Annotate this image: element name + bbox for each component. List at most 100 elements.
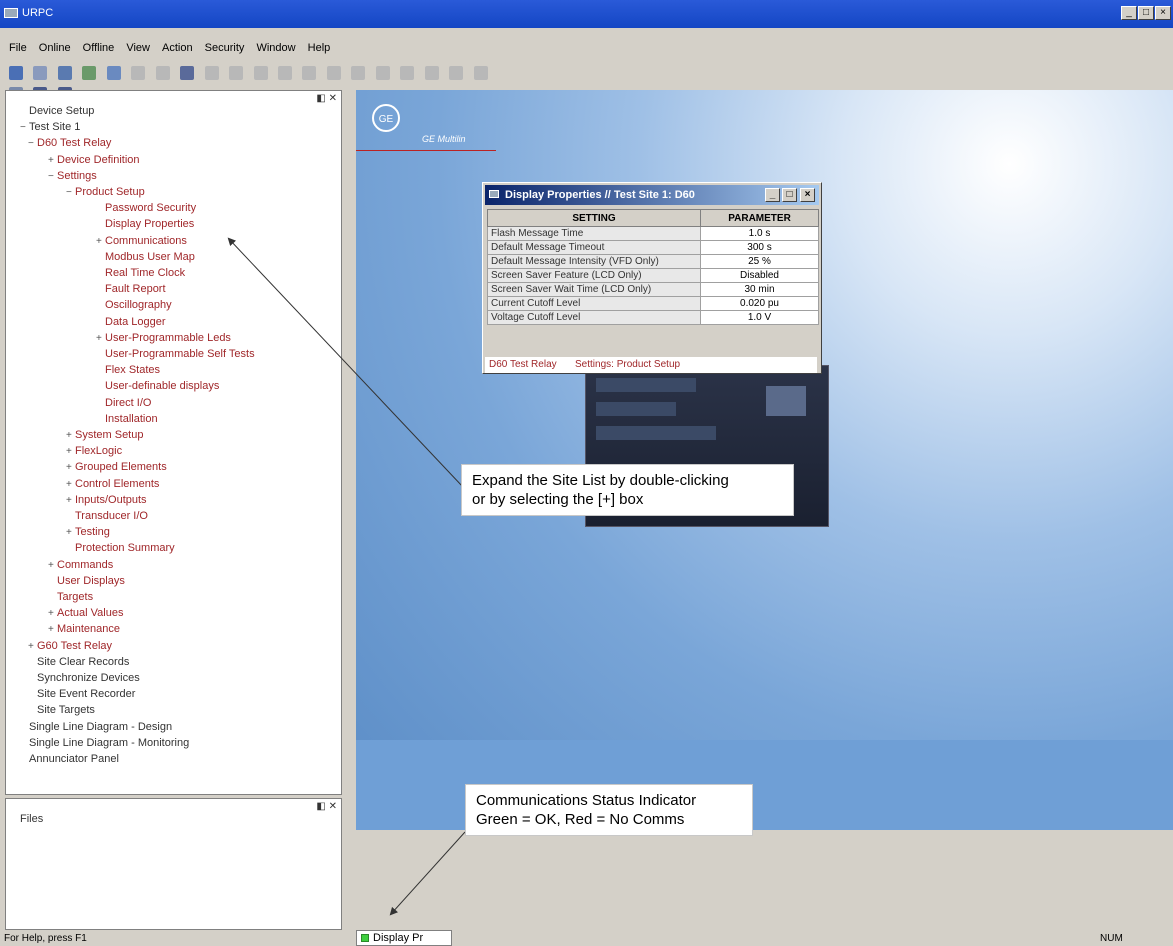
- tree-item[interactable]: + Grouped Elements: [66, 461, 167, 474]
- menu-online[interactable]: Online: [39, 42, 71, 54]
- tree-item[interactable]: Site Clear Records: [28, 656, 129, 669]
- menu-view[interactable]: View: [126, 42, 150, 54]
- tree-item[interactable]: User Displays: [48, 575, 125, 588]
- expand-icon[interactable]: +: [66, 461, 75, 474]
- tree-item[interactable]: Protection Summary: [66, 542, 175, 555]
- tree-item[interactable]: User-definable displays: [96, 380, 219, 393]
- expand-icon[interactable]: +: [66, 445, 75, 458]
- disconnect-icon[interactable]: [106, 66, 121, 80]
- tree-item[interactable]: Data Logger: [96, 316, 166, 329]
- tree-item[interactable]: Targets: [48, 591, 93, 604]
- tree-item[interactable]: Single Line Diagram - Design: [20, 721, 172, 734]
- tool-icon[interactable]: [424, 66, 439, 80]
- parameter-cell[interactable]: 25 %: [700, 254, 819, 269]
- tree-item[interactable]: User-Programmable Self Tests: [96, 348, 255, 361]
- parameter-cell[interactable]: Disabled: [700, 268, 819, 283]
- tree-item[interactable]: Installation: [96, 413, 158, 426]
- dialog-minimize-button[interactable]: _: [765, 188, 780, 202]
- expand-icon[interactable]: +: [96, 332, 105, 345]
- tree-item[interactable]: + Inputs/Outputs: [66, 494, 147, 507]
- tool-icon[interactable]: [449, 66, 464, 80]
- copy-icon[interactable]: [155, 66, 170, 80]
- expand-icon[interactable]: +: [66, 478, 75, 491]
- expand-icon[interactable]: +: [96, 235, 105, 248]
- tree-item[interactable]: Display Properties: [96, 218, 194, 231]
- parameter-cell[interactable]: 1.0 s: [700, 226, 819, 241]
- new-icon[interactable]: [9, 66, 23, 80]
- tree-item[interactable]: Password Security: [96, 202, 196, 215]
- tree-item[interactable]: Single Line Diagram - Monitoring: [20, 737, 189, 750]
- tree-item[interactable]: + Communications: [96, 235, 187, 248]
- menu-offline[interactable]: Offline: [83, 42, 115, 54]
- paste-icon[interactable]: [180, 66, 195, 80]
- tool-icon[interactable]: [326, 66, 341, 80]
- expand-icon[interactable]: +: [48, 623, 57, 636]
- tree-item[interactable]: Oscillography: [96, 299, 172, 312]
- menu-help[interactable]: Help: [308, 42, 331, 54]
- expand-icon[interactable]: +: [66, 494, 75, 507]
- tree-item[interactable]: Fault Report: [96, 283, 166, 296]
- tree-item[interactable]: Flex States: [96, 364, 160, 377]
- tool-icon[interactable]: [473, 66, 488, 80]
- tool-icon[interactable]: [277, 66, 292, 80]
- tree-item[interactable]: + Maintenance: [48, 623, 120, 636]
- collapse-icon[interactable]: −: [66, 186, 75, 199]
- tree-item[interactable]: − D60 Test Relay: [28, 137, 111, 150]
- tree-item[interactable]: + Control Elements: [66, 478, 159, 491]
- tree-item[interactable]: − Settings: [48, 170, 97, 183]
- tree-item[interactable]: + User-Programmable Leds: [96, 332, 231, 345]
- tree-item[interactable]: + FlexLogic: [66, 445, 122, 458]
- tree-item[interactable]: Annunciator Panel: [20, 753, 119, 766]
- expand-icon[interactable]: +: [66, 526, 75, 539]
- menu-file[interactable]: File: [9, 42, 27, 54]
- save-icon[interactable]: [57, 66, 72, 80]
- collapse-icon[interactable]: −: [28, 137, 37, 150]
- tree-item[interactable]: + Device Definition: [48, 154, 140, 167]
- tree-item[interactable]: − Test Site 1: [20, 121, 80, 134]
- tree-item[interactable]: + Commands: [48, 559, 113, 572]
- parameter-cell[interactable]: 0.020 pu: [700, 296, 819, 311]
- parameter-cell[interactable]: 300 s: [700, 240, 819, 255]
- menu-security[interactable]: Security: [205, 42, 245, 54]
- panel-close-icon[interactable]: ◧ ✕: [316, 93, 337, 104]
- open-icon[interactable]: [33, 66, 48, 80]
- tree-item[interactable]: Device Setup: [20, 105, 94, 118]
- parameter-cell[interactable]: 1.0 V: [700, 310, 819, 325]
- tool-icon[interactable]: [253, 66, 268, 80]
- zoom-icon[interactable]: [229, 66, 244, 80]
- collapse-icon[interactable]: −: [48, 170, 57, 183]
- tool-icon[interactable]: [302, 66, 317, 80]
- tree-item[interactable]: Synchronize Devices: [28, 672, 140, 685]
- menu-window[interactable]: Window: [256, 42, 295, 54]
- tree-item[interactable]: + G60 Test Relay: [28, 640, 112, 653]
- cut-icon[interactable]: [131, 66, 146, 80]
- tool-icon[interactable]: [351, 66, 366, 80]
- expand-icon[interactable]: +: [48, 154, 57, 167]
- expand-icon[interactable]: +: [48, 607, 57, 620]
- files-label[interactable]: Files: [20, 813, 43, 825]
- tree-item[interactable]: Real Time Clock: [96, 267, 185, 280]
- expand-icon[interactable]: +: [66, 429, 75, 442]
- tree-item[interactable]: Direct I/O: [96, 397, 151, 410]
- tool-icon[interactable]: [400, 66, 415, 80]
- tool-icon[interactable]: [375, 66, 390, 80]
- tree-item[interactable]: + Testing: [66, 526, 110, 539]
- parameter-cell[interactable]: 30 min: [700, 282, 819, 297]
- minimize-button[interactable]: _: [1121, 6, 1137, 20]
- panel-close-icon[interactable]: ◧ ✕: [316, 801, 337, 812]
- dialog-close-button[interactable]: ×: [800, 188, 815, 202]
- dialog-maximize-button[interactable]: □: [782, 188, 797, 202]
- tree-item[interactable]: − Product Setup: [66, 186, 145, 199]
- tree-item[interactable]: Site Event Recorder: [28, 688, 135, 701]
- tree-item[interactable]: + System Setup: [66, 429, 143, 442]
- print-icon[interactable]: [204, 66, 219, 80]
- close-button[interactable]: ×: [1155, 6, 1171, 20]
- tree-item[interactable]: Site Targets: [28, 704, 95, 717]
- maximize-button[interactable]: □: [1138, 6, 1154, 20]
- tree-item[interactable]: Modbus User Map: [96, 251, 195, 264]
- menu-action[interactable]: Action: [162, 42, 193, 54]
- expand-icon[interactable]: +: [28, 640, 37, 653]
- tree-item[interactable]: + Actual Values: [48, 607, 123, 620]
- expand-icon[interactable]: +: [48, 559, 57, 572]
- connect-icon[interactable]: [82, 66, 97, 80]
